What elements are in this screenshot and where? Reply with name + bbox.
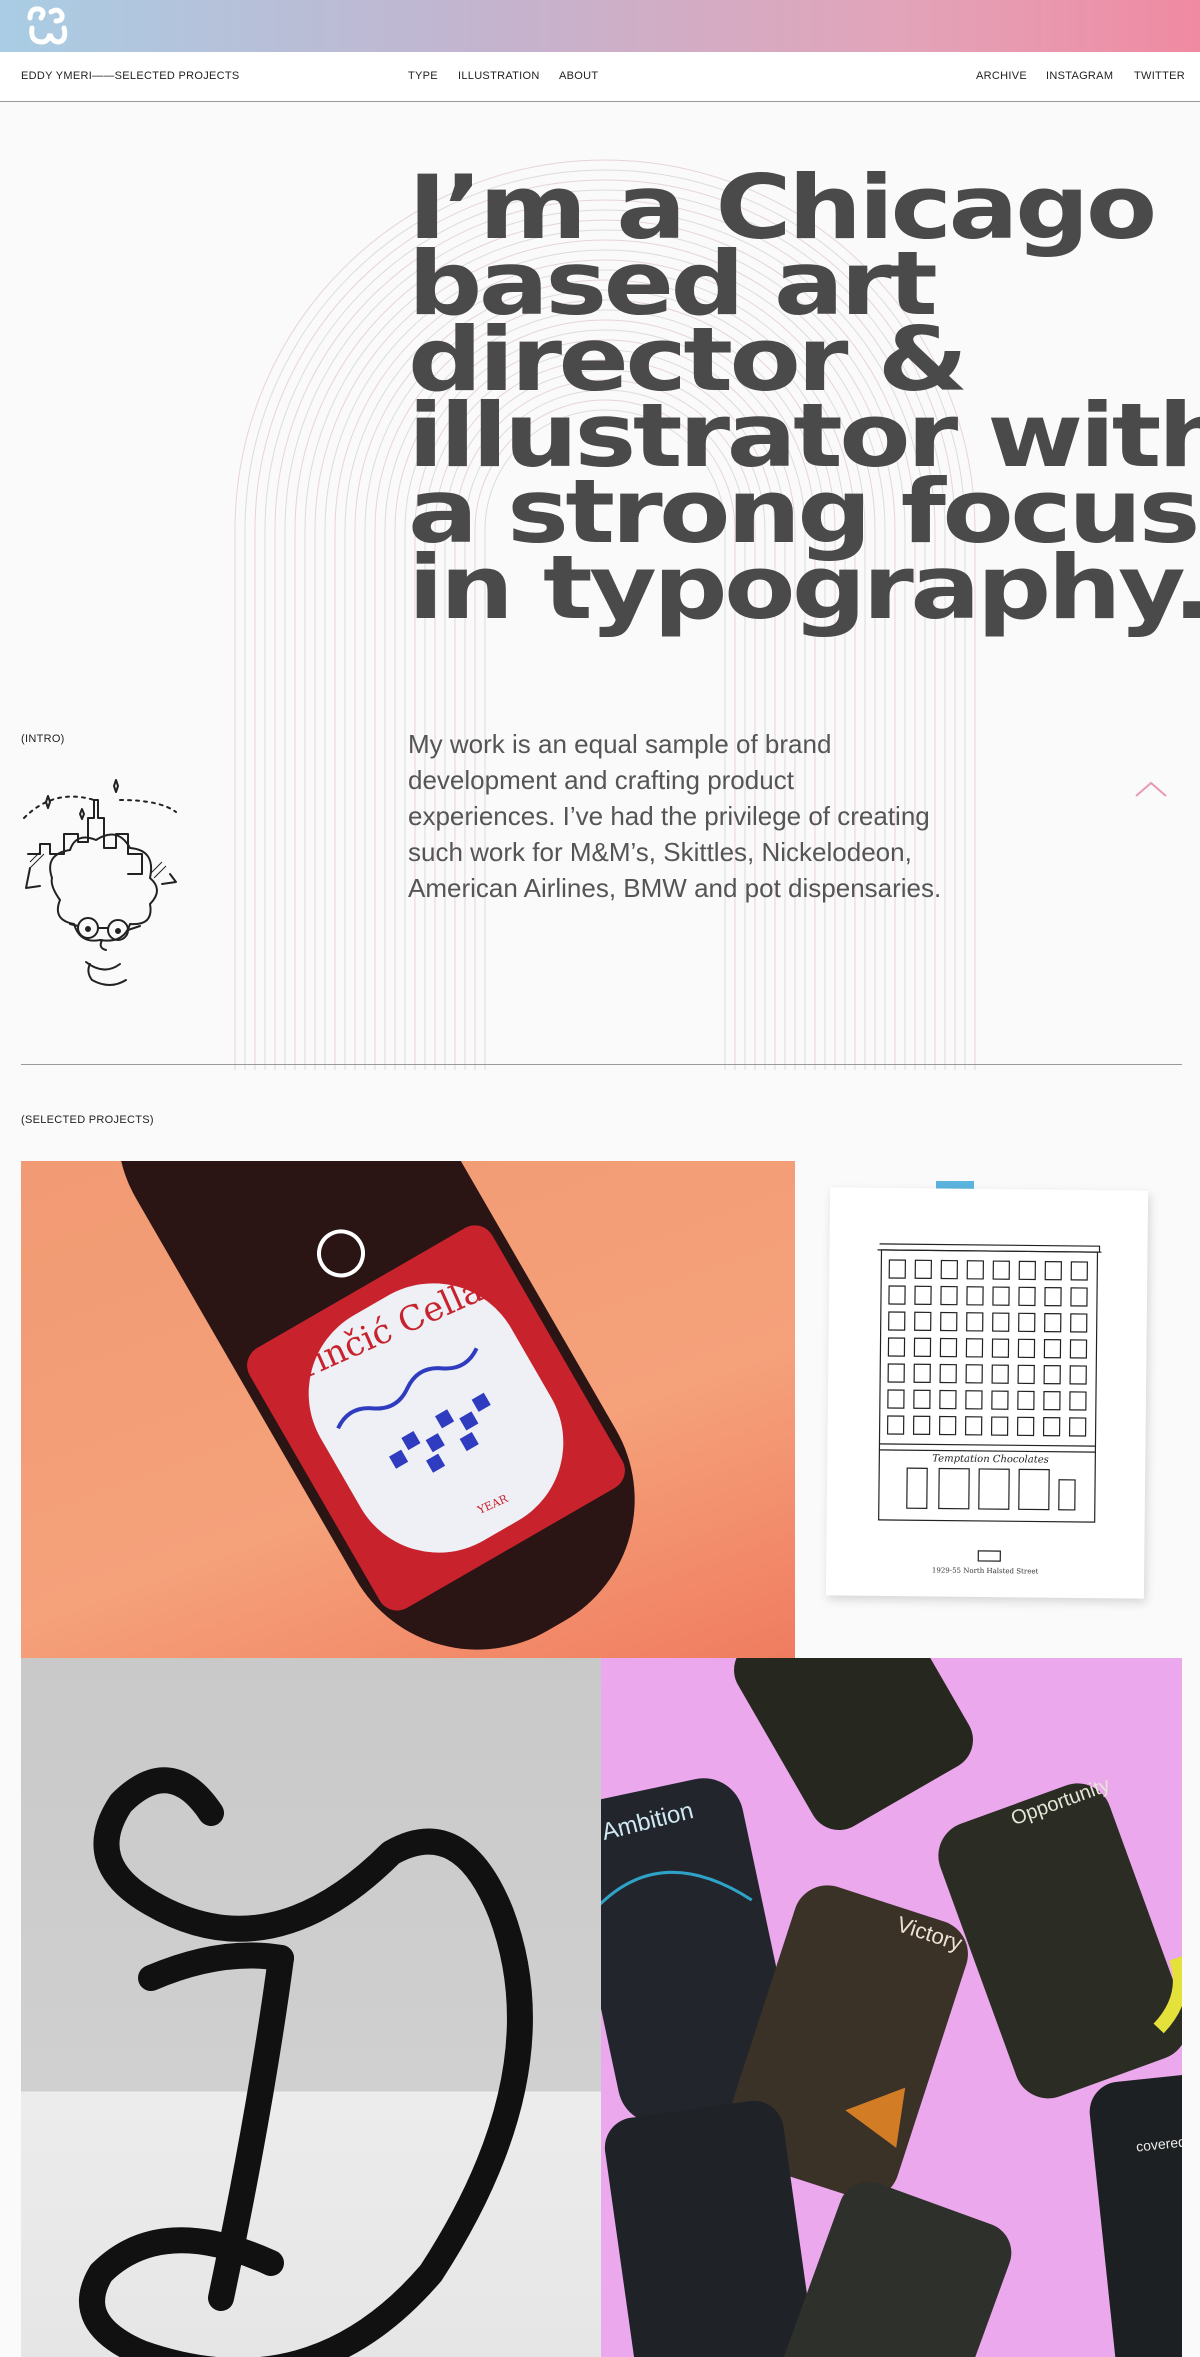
building-drawing: [877, 1243, 1102, 1562]
nav-link-twitter[interactable]: TWITTER: [1134, 70, 1185, 82]
intro-line: development and crafting product: [408, 765, 794, 795]
nav-link-illustration[interactable]: ILLUSTRATION: [458, 70, 540, 82]
intro-line: My work is an equal sample of brand: [408, 729, 832, 759]
intro-line: experiences. I’ve had the privilege of c…: [408, 801, 930, 831]
project-tile-wine[interactable]: Kirinčić Cellars YEAR: [21, 1161, 795, 1658]
print-card: Temptation Chocolates 1929-55 North Hals…: [825, 1187, 1149, 1599]
brand-link[interactable]: EDDY YMERI——SELECTED PROJECTS: [21, 70, 240, 82]
headline-line: in typography.: [408, 536, 1200, 639]
nav-link-about[interactable]: ABOUT: [559, 70, 598, 82]
top-navigation: EDDY YMERI——SELECTED PROJECTS TYPE ILLUS…: [0, 52, 1200, 102]
sign-text: Temptation Chocolates: [932, 1453, 1049, 1466]
chevron-up-icon[interactable]: [1134, 780, 1168, 798]
project-tile-packaging[interactable]: Ambition Opportunity Victory covered: [601, 1658, 1182, 2357]
script-d-lettering: [79, 1767, 533, 2357]
intro-line: such work for M&M’s, Skittles, Nickelode…: [408, 837, 912, 867]
nav-link-instagram[interactable]: INSTAGRAM: [1046, 70, 1113, 82]
hero-headline: I’m a Chicago based art director & illus…: [408, 164, 1200, 639]
nav-link-type[interactable]: TYPE: [408, 70, 438, 82]
packaging-photo: [601, 1658, 1182, 2357]
project-tile-lettering[interactable]: [21, 1658, 601, 2357]
projects-label: (SELECTED PROJECTS): [21, 1114, 154, 1126]
nav-link-archive[interactable]: ARCHIVE: [976, 70, 1027, 82]
ew-monogram-logo[interactable]: [24, 4, 68, 48]
self-portrait-illustration: [23, 779, 177, 986]
intro-paragraph: My work is an equal sample of brand deve…: [408, 726, 988, 906]
intro-line: American Airlines, BMW and pot dispensar…: [408, 873, 942, 903]
wine-bottle-image: [117, 1161, 635, 1650]
section-divider: [21, 1064, 1182, 1065]
intro-label: (INTRO): [21, 733, 65, 745]
project-tile-building[interactable]: Temptation Chocolates 1929-55 North Hals…: [795, 1161, 1182, 1658]
top-gradient-bar: [0, 0, 1200, 52]
